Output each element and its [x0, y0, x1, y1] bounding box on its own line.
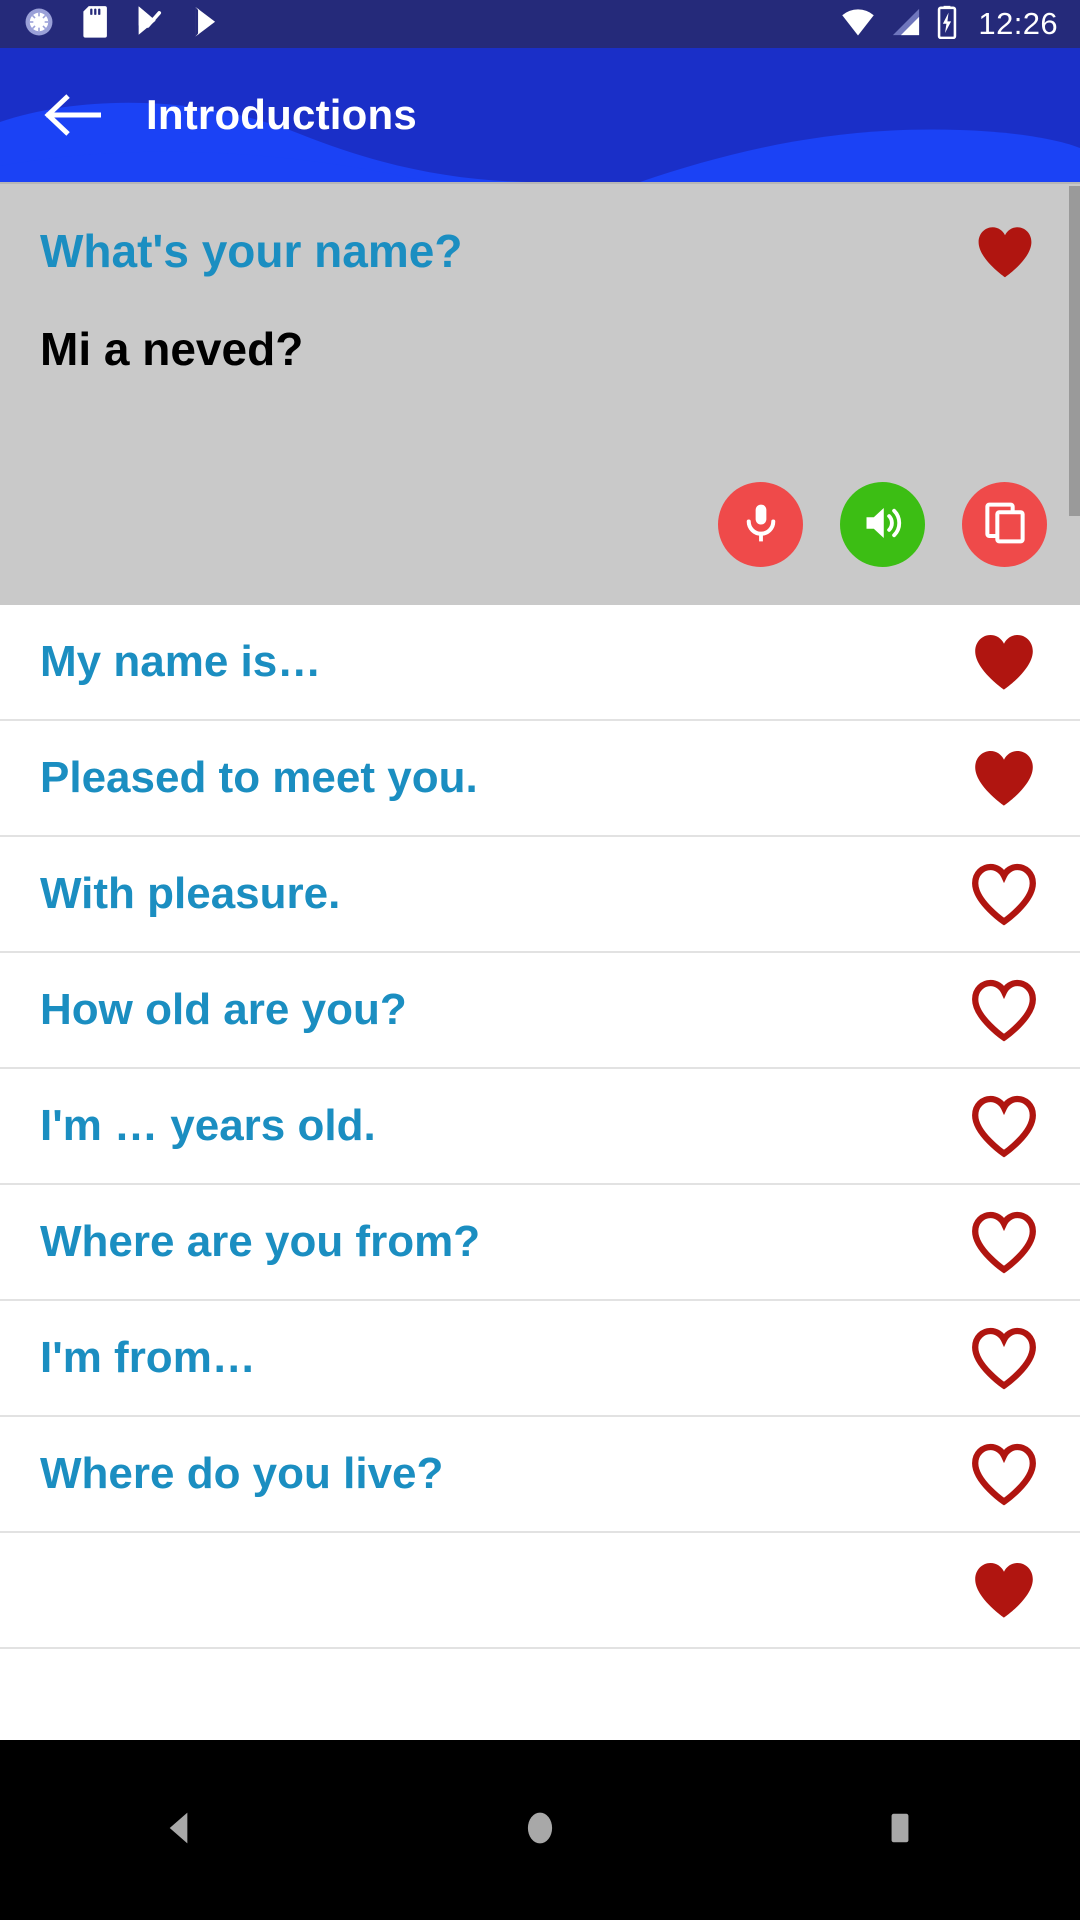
back-arrow-icon[interactable]	[40, 83, 104, 147]
status-bar-left-icons	[22, 5, 222, 44]
phrase-source-text: What's your name?	[40, 225, 463, 277]
sync-icon	[22, 5, 56, 44]
play-store-icon	[190, 5, 222, 44]
table-row[interactable]: I'm from…	[0, 1301, 1080, 1417]
phrase-label: My name is…	[40, 637, 322, 686]
heart-outline-icon[interactable]	[968, 1206, 1040, 1278]
phrase-label: With pleasure.	[40, 869, 341, 918]
nav-recents-button[interactable]	[840, 1770, 960, 1890]
copy-icon	[982, 500, 1028, 549]
microphone-icon	[738, 500, 784, 549]
cellular-signal-icon	[890, 7, 922, 42]
phrase-label: I'm … years old.	[40, 1101, 376, 1150]
table-row[interactable]: I'm … years old.	[0, 1069, 1080, 1185]
phrase-label: Where do you live?	[40, 1449, 444, 1498]
status-bar: 12:26	[0, 0, 1080, 48]
android-navigation-bar	[0, 1740, 1080, 1920]
square-recents-icon	[878, 1806, 922, 1855]
copy-button[interactable]	[962, 482, 1047, 567]
heart-outline-icon[interactable]	[968, 1322, 1040, 1394]
table-row[interactable]	[0, 1533, 1080, 1649]
phrase-action-buttons	[718, 482, 1047, 567]
phrase-label: Pleased to meet you.	[40, 753, 478, 802]
phrase-list: My name is… Pleased to meet you. With plea…	[0, 605, 1080, 1740]
heart-outline-icon[interactable]	[968, 858, 1040, 930]
heart-filled-icon[interactable]	[968, 742, 1040, 814]
table-row[interactable]: My name is…	[0, 605, 1080, 721]
table-row[interactable]: How old are you?	[0, 953, 1080, 1069]
wifi-icon	[840, 7, 876, 42]
phrase-detail-card: What's your name? Mi a neved?	[0, 182, 1080, 605]
phrase-label: I'm from…	[40, 1333, 256, 1382]
table-row[interactable]: With pleasure.	[0, 837, 1080, 953]
nav-back-button[interactable]	[120, 1770, 240, 1890]
status-bar-clock: 12:26	[978, 6, 1058, 41]
triangle-back-icon	[158, 1806, 202, 1855]
play-store-check-icon	[134, 5, 166, 44]
table-row[interactable]: Where do you live?	[0, 1417, 1080, 1533]
heart-filled-icon[interactable]	[968, 626, 1040, 698]
heart-outline-icon[interactable]	[968, 974, 1040, 1046]
card-scrollbar-thumb[interactable]	[1069, 186, 1080, 516]
phrase-translation-text: Mi a neved?	[40, 323, 304, 375]
heart-filled-icon[interactable]	[968, 1554, 1040, 1626]
table-row[interactable]: Pleased to meet you.	[0, 721, 1080, 837]
speaker-volume-icon	[860, 500, 906, 549]
app-bar-content: Introductions	[0, 48, 1080, 182]
status-bar-right-icons: 12:26	[840, 5, 1058, 44]
app-root: 12:26 Introductions What's your name? Mi…	[0, 0, 1080, 1920]
page-title: Introductions	[146, 91, 417, 138]
phrase-label: How old are you?	[40, 985, 407, 1034]
heart-filled-icon[interactable]	[972, 219, 1038, 285]
circle-home-icon	[518, 1806, 562, 1855]
nav-home-button[interactable]	[480, 1770, 600, 1890]
app-bar: Introductions	[0, 48, 1080, 182]
battery-charging-icon	[936, 5, 958, 44]
speak-button[interactable]	[840, 482, 925, 567]
heart-outline-icon[interactable]	[968, 1438, 1040, 1510]
table-row[interactable]: Where are you from?	[0, 1185, 1080, 1301]
phrase-label: Where are you from?	[40, 1217, 481, 1266]
record-button[interactable]	[718, 482, 803, 567]
heart-outline-icon[interactable]	[968, 1090, 1040, 1162]
sd-card-icon	[80, 5, 110, 44]
